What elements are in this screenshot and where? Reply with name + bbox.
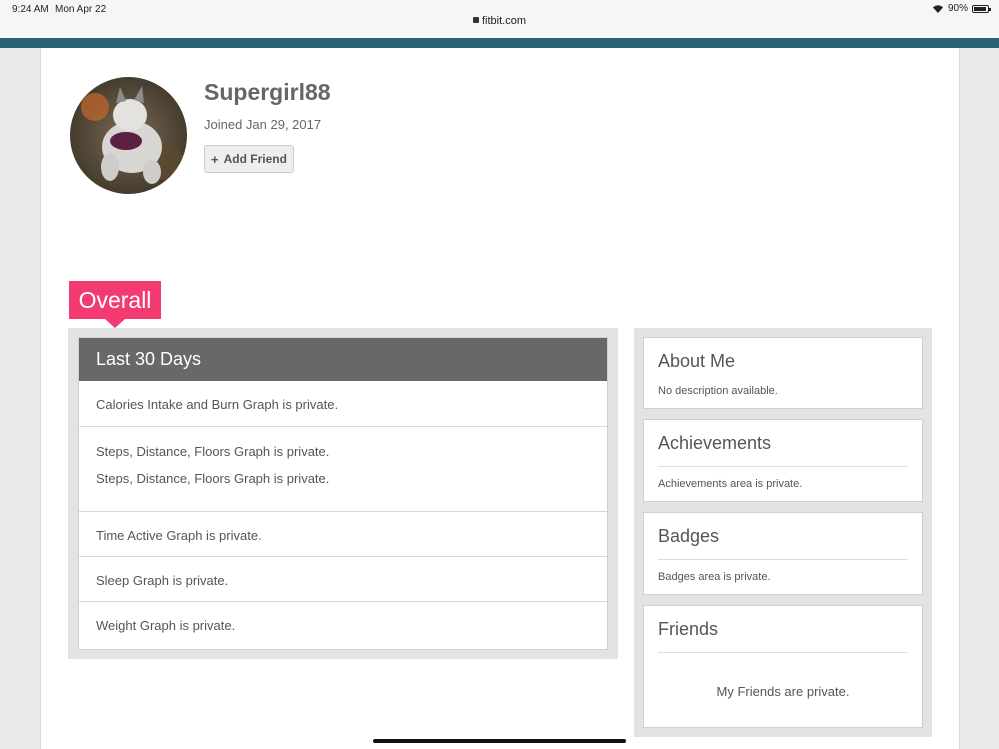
- last-30-days-heading: Last 30 Days: [79, 338, 607, 381]
- about-me-title: About Me: [658, 351, 736, 371]
- divider: [658, 559, 908, 560]
- status-time: 9:24 AM: [12, 4, 49, 15]
- friends-card: Friends My Friends are private.: [643, 605, 923, 728]
- achievements-card: Achievements Achievements area is privat…: [643, 419, 923, 502]
- avatar-image: [70, 77, 187, 194]
- section-tag-pointer: [105, 319, 125, 328]
- wifi-icon: [932, 4, 944, 13]
- battery-percent: 90%: [947, 3, 968, 14]
- address-bar[interactable]: fitbit.com: [0, 15, 999, 27]
- profile-page: Supergirl88 Joined Jan 29, 2017 + Add Fr…: [40, 48, 960, 749]
- row-text: Sleep Graph is private.: [96, 573, 229, 588]
- plus-icon: +: [211, 151, 219, 167]
- steps-graph-row: Steps, Distance, Floors Graph is private…: [79, 427, 607, 512]
- add-friend-button[interactable]: + Add Friend: [204, 145, 294, 173]
- about-me-text: No description available.: [658, 385, 778, 397]
- status-date: Mon Apr 22: [55, 4, 107, 15]
- badges-title: Badges: [658, 526, 720, 546]
- badges-text: Badges area is private.: [658, 571, 771, 583]
- divider: [658, 466, 908, 467]
- friends-title: Friends: [658, 619, 719, 639]
- add-friend-label: Add Friend: [223, 152, 287, 166]
- url-text: fitbit.com: [481, 15, 526, 27]
- profile-name: Supergirl88: [204, 79, 331, 105]
- status-indicators: 90%: [932, 3, 991, 14]
- achievements-text: Achievements area is private.: [658, 478, 803, 490]
- time-active-graph-row: Time Active Graph is private.: [79, 512, 607, 557]
- row-text: Calories Intake and Burn Graph is privat…: [96, 397, 339, 412]
- battery-fill: [974, 6, 986, 11]
- achievements-title: Achievements: [658, 433, 772, 453]
- home-indicator[interactable]: [373, 739, 626, 743]
- badges-card: Badges Badges area is private.: [643, 512, 923, 595]
- lock-icon: [472, 17, 479, 23]
- divider: [658, 652, 908, 653]
- row-text: Steps, Distance, Floors Graph is private…: [96, 444, 330, 459]
- avatar: [70, 77, 187, 194]
- profile-sidebar: About Me No description available. Achie…: [634, 328, 932, 737]
- row-text: Weight Graph is private.: [96, 618, 236, 633]
- weight-graph-row: Weight Graph is private.: [79, 602, 607, 649]
- site-header-bar: [0, 38, 999, 48]
- status-bar: 9:24 AM Mon Apr 22 fitbit.com 90%: [0, 0, 999, 38]
- joined-date: Joined Jan 29, 2017: [204, 117, 322, 132]
- last-30-days-panel: Last 30 Days Calories Intake and Burn Gr…: [68, 328, 618, 659]
- last-30-days-card: Last 30 Days Calories Intake and Burn Gr…: [78, 337, 608, 650]
- battery-icon: [972, 4, 991, 13]
- friends-text: My Friends are private.: [716, 684, 850, 699]
- sleep-graph-row: Sleep Graph is private.: [79, 557, 607, 602]
- row-text: Time Active Graph is private.: [96, 528, 262, 543]
- about-me-card: About Me No description available.: [643, 337, 923, 409]
- calories-graph-row: Calories Intake and Burn Graph is privat…: [79, 381, 607, 427]
- row-text: Steps, Distance, Floors Graph is private…: [96, 471, 330, 486]
- section-tag: Overall: [69, 281, 161, 319]
